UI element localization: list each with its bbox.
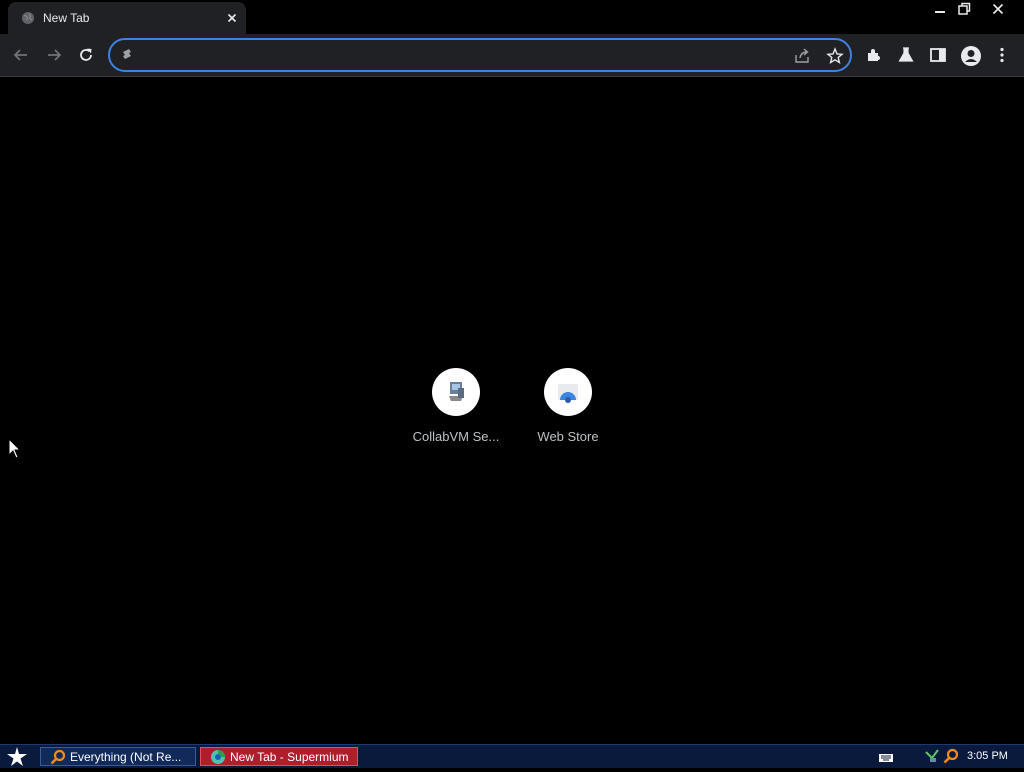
bookmark-star-icon[interactable]: [826, 47, 844, 70]
menu-kebab-icon[interactable]: [990, 43, 1014, 67]
close-window-button[interactable]: [987, 0, 1009, 18]
network-icon[interactable]: [924, 748, 940, 769]
globe-icon: [21, 11, 35, 25]
tab-strip: New Tab: [0, 0, 1024, 34]
back-button[interactable]: [9, 43, 33, 67]
mouse-cursor-icon: [8, 437, 22, 465]
shortcut-label: Web Store: [537, 429, 599, 444]
shortcut-collabvm[interactable]: CollabVM Se...: [400, 366, 512, 456]
tab-new-tab[interactable]: New Tab: [8, 2, 246, 34]
search-icon[interactable]: [943, 748, 959, 769]
minimize-button[interactable]: [929, 0, 951, 18]
address-bar[interactable]: [108, 38, 852, 72]
shortcut-web-store[interactable]: Web Store: [512, 366, 624, 456]
shortcut-label: CollabVM Se...: [412, 429, 500, 444]
site-info-icon[interactable]: [120, 48, 134, 62]
labs-flask-icon[interactable]: [894, 43, 918, 67]
forward-button[interactable]: [42, 43, 66, 67]
task-label: Everything (Not Re...: [70, 750, 182, 764]
task-supermium[interactable]: New Tab - Supermium: [200, 747, 358, 766]
tab-title: New Tab: [43, 11, 90, 25]
profile-avatar[interactable]: [958, 43, 982, 67]
browser-toolbar: [0, 34, 1024, 77]
start-button[interactable]: [6, 747, 28, 767]
collabvm-icon: [432, 368, 480, 416]
side-panel-button[interactable]: [926, 43, 950, 67]
task-everything[interactable]: Everything (Not Re...: [40, 747, 196, 766]
close-tab-icon[interactable]: [224, 10, 240, 26]
task-label: New Tab - Supermium: [230, 750, 349, 764]
supermium-icon: [210, 749, 226, 765]
web-store-icon: [544, 368, 592, 416]
address-input[interactable]: [140, 45, 784, 67]
keyboard-icon[interactable]: [878, 751, 894, 769]
magnifier-icon: [50, 749, 66, 765]
extensions-button[interactable]: [862, 43, 886, 67]
restore-button[interactable]: [953, 0, 975, 18]
taskbar: Everything (Not Re... New Tab - Supermiu…: [0, 744, 1024, 768]
system-clock[interactable]: 3:05 PM: [967, 750, 1008, 762]
reload-button[interactable]: [74, 43, 98, 67]
share-icon[interactable]: [793, 47, 811, 70]
